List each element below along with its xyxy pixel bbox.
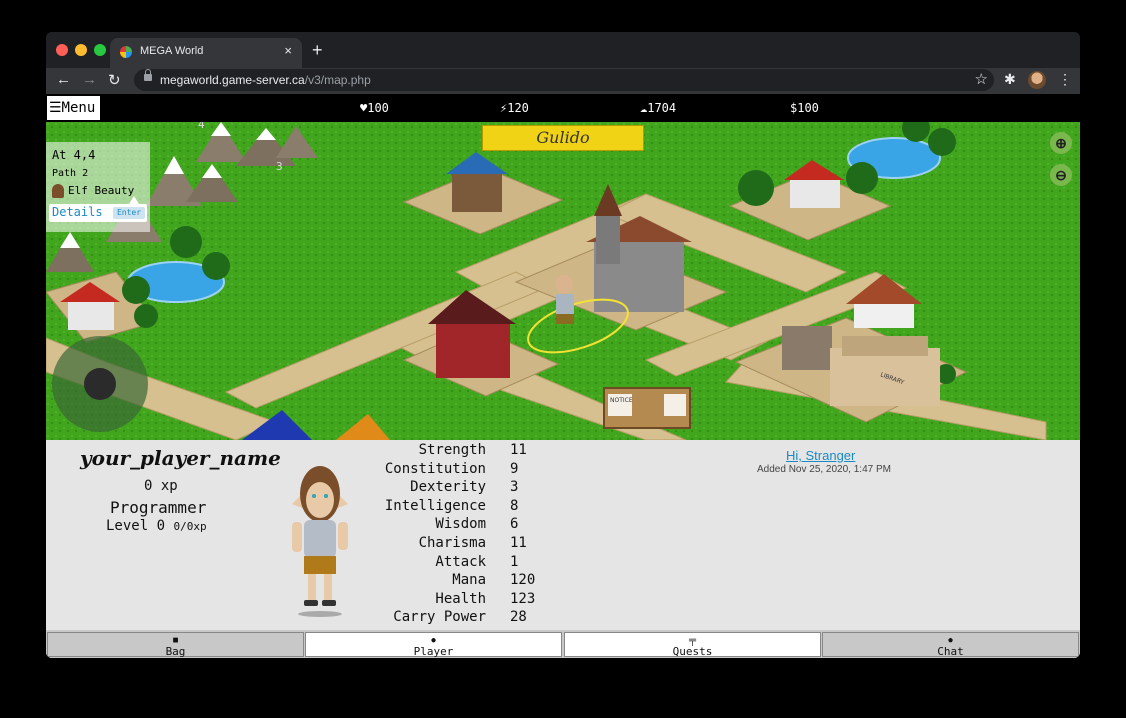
energy-value: 120	[507, 101, 529, 115]
stat-value: 11	[510, 442, 527, 458]
stat-value: 120	[510, 572, 536, 589]
stat-row: Constitution 9	[376, 461, 536, 480]
stat-label: Wisdom	[435, 516, 486, 533]
stat-label: Dexterity	[410, 479, 486, 496]
url-host: megaworld.game-server.ca	[160, 73, 305, 87]
url-text: megaworld.game-server.ca/v3/map.php	[160, 73, 371, 87]
stat-value: 3	[510, 479, 519, 496]
game-page: ☰Menu ♥100 ⚡120 ☁1704 $100 NOTICE LIBRAR…	[46, 94, 1080, 658]
player-avatar	[292, 466, 348, 617]
globe-icon	[120, 46, 132, 58]
details-label: Details	[52, 205, 103, 219]
tab-title: MEGA World	[140, 45, 204, 57]
stat-label: Intelligence	[384, 497, 486, 514]
food-stat: ☁1704	[640, 101, 676, 115]
tile-number-3: 3	[276, 160, 283, 173]
player-level: Level 0 0/0xp	[106, 518, 207, 534]
player-class: Programmer	[110, 498, 207, 517]
stat-row: Charisma 11	[376, 535, 536, 554]
bookmark-star-icon[interactable]: ☆	[975, 70, 988, 88]
menu-button[interactable]: ☰Menu	[47, 96, 100, 120]
money-stat: $100	[790, 101, 819, 115]
zoom-in-icon[interactable]: ⊕	[1050, 132, 1072, 154]
player-xp: 0 xp	[144, 478, 178, 494]
stat-row: Mana 120	[376, 572, 536, 591]
more-menu-icon[interactable]: ⋮	[1058, 71, 1072, 88]
zoom-out-icon[interactable]: ⊖	[1050, 164, 1072, 186]
stat-label: Mana	[452, 572, 486, 589]
companion-name: Elf Beauty	[68, 184, 135, 197]
stat-label: Strength	[418, 442, 486, 458]
reload-icon[interactable]: ↻	[108, 71, 121, 89]
stat-label: Attack	[435, 553, 486, 570]
hearts-value: 100	[367, 101, 389, 115]
stat-label: Health	[435, 590, 486, 607]
tab-label: Bag	[165, 645, 186, 658]
stat-value: 11	[510, 534, 527, 551]
stat-value: 8	[510, 497, 519, 514]
stat-label: Constitution	[384, 460, 486, 477]
stat-row: Carry Power 28	[376, 609, 536, 628]
stat-value: 9	[510, 460, 519, 477]
player-stats: Strength 11 Constitution 9 Dexterity 3 Inte…	[376, 442, 536, 628]
stat-row: Dexterity 3	[376, 479, 536, 498]
player-panel: your_player_name 0 xp Programmer Level 0…	[46, 440, 1080, 630]
tab-label: Chat	[937, 645, 964, 658]
stat-value: 123	[510, 590, 536, 607]
tab-label: Quests	[672, 645, 713, 658]
food-value: 1704	[647, 101, 677, 115]
profile-avatar[interactable]	[1028, 71, 1046, 89]
tab-player[interactable]: ● Player	[305, 632, 562, 657]
stat-value: 1	[510, 553, 519, 570]
details-button[interactable]: Details Enter	[49, 204, 147, 222]
tab-label: Player	[413, 645, 454, 658]
new-tab-button[interactable]: +	[312, 40, 323, 61]
added-timestamp: Added Nov 25, 2020, 1:47 PM	[757, 464, 891, 475]
tab-quests[interactable]: ╤ Quests	[564, 632, 821, 657]
bottom-tabs: ■ Bag ● Player ╤ Quests ● Chat	[46, 630, 1080, 658]
stat-row: Wisdom 6	[376, 516, 536, 535]
lock-icon	[144, 69, 152, 81]
tab-close-button[interactable]: ×	[284, 43, 292, 58]
browser-window: MEGA World × + ← → ↻ megaworld.game-serv…	[46, 32, 1080, 658]
stat-value: 6	[510, 516, 519, 533]
stat-row: Health 123	[376, 591, 536, 610]
notice-board-text: NOTICE	[610, 397, 633, 404]
greeting-link[interactable]: Hi, Stranger	[786, 448, 855, 463]
stat-label: Charisma	[418, 534, 486, 551]
level-progress: 0/0xp	[173, 520, 207, 533]
maximize-window-button[interactable]	[94, 44, 106, 56]
stat-row: Intelligence 8	[376, 498, 536, 517]
forward-icon[interactable]: →	[82, 71, 97, 88]
stat-row: Attack 1	[376, 554, 536, 573]
address-bar[interactable]: megaworld.game-server.ca/v3/map.php ☆	[134, 69, 994, 91]
enter-button[interactable]: Enter	[113, 207, 145, 219]
extensions-puzzle-icon[interactable]: ✱	[1004, 71, 1016, 88]
tab-strip: MEGA World × +	[46, 32, 1080, 68]
tab-bag[interactable]: ■ Bag	[47, 632, 304, 657]
level-label: Level 0	[106, 518, 166, 534]
browser-tab[interactable]: MEGA World ×	[110, 38, 302, 68]
stat-value: 28	[510, 609, 527, 626]
location-coords: At 4,4	[52, 148, 96, 162]
url-path: /v3/map.php	[304, 73, 371, 87]
location-banner: Gulido	[482, 125, 644, 151]
companion-avatar	[52, 184, 64, 198]
location-info-box: At 4,4 Path 2 Elf Beauty Details Enter	[46, 142, 150, 232]
browser-toolbar: ← → ↻ megaworld.game-server.ca/v3/map.ph…	[46, 68, 1080, 94]
tab-chat[interactable]: ● Chat	[822, 632, 1079, 657]
tile-number-4: 4	[198, 122, 205, 131]
map-terrain: NOTICE LIBRARY 3 4	[46, 122, 1080, 440]
stat-row: Strength 11	[376, 442, 536, 461]
minimize-window-button[interactable]	[75, 44, 87, 56]
game-map[interactable]: NOTICE LIBRARY 3 4 Gulido At 4,4 Path 2 …	[46, 122, 1080, 440]
close-window-button[interactable]	[56, 44, 68, 56]
energy-stat: ⚡120	[500, 101, 529, 115]
status-bar: ☰Menu ♥100 ⚡120 ☁1704 $100	[46, 94, 1080, 122]
hearts-stat: ♥100	[360, 101, 389, 115]
stat-label: Carry Power	[393, 609, 486, 626]
path-label: Path 2	[52, 168, 89, 179]
back-icon[interactable]: ←	[56, 71, 71, 88]
player-name: your_player_name	[80, 446, 281, 470]
